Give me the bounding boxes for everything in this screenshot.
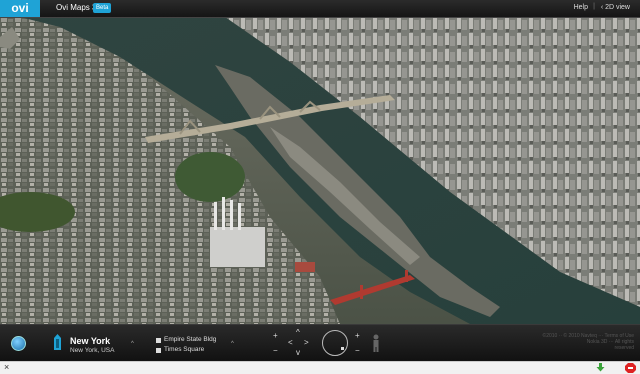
ovi-logo[interactable]: ovi	[0, 0, 40, 17]
map-3d-view[interactable]	[0, 17, 640, 324]
poi-expand-caret[interactable]: ^	[231, 341, 234, 347]
poi-empire-state[interactable]: Empire State Bldg	[164, 336, 216, 343]
location-city: New York	[70, 336, 111, 346]
adblock-icon[interactable]	[625, 363, 636, 373]
location-region: New York, USA	[70, 347, 115, 354]
help-link[interactable]: Help	[574, 4, 588, 11]
top-toolbar: ovi Ovi Maps 3D Beta Help | ‹ 2D view	[0, 0, 640, 18]
bottom-panel: New York New York, USA ^ Empire State Bl…	[0, 324, 640, 362]
pan-right-button[interactable]: >	[304, 339, 309, 347]
browser-status-bar: ×	[0, 361, 640, 374]
view-2d-link[interactable]: ‹ 2D view	[601, 4, 630, 11]
pan-left-button[interactable]: <	[288, 339, 293, 347]
pan-down-button[interactable]: v	[296, 349, 300, 357]
separator: |	[593, 3, 595, 10]
street-view-person-icon[interactable]	[372, 334, 380, 352]
tilt-down-button[interactable]: −	[355, 347, 360, 355]
landmark-icon	[156, 338, 161, 343]
copyright-line: reserved	[614, 345, 634, 351]
map-scene	[0, 17, 640, 324]
location-expand-caret[interactable]: ^	[131, 341, 134, 347]
close-icon[interactable]: ×	[4, 362, 9, 372]
landmark-icon	[156, 348, 161, 353]
pan-up-button[interactable]: ^	[296, 329, 300, 337]
beta-badge: Beta	[93, 3, 112, 13]
tilt-up-button[interactable]: +	[355, 332, 360, 340]
rotate-dial[interactable]	[322, 330, 348, 356]
poi-times-square[interactable]: Times Square	[164, 346, 204, 353]
dial-handle[interactable]	[341, 347, 344, 350]
location-pin-icon	[54, 334, 61, 350]
globe-icon[interactable]	[11, 336, 26, 351]
copyright-notice: ©2010 ·· © 2010 Navteq ··· Terms of Use …	[488, 333, 634, 351]
zoom-out-button[interactable]: −	[273, 347, 278, 355]
zoom-in-button[interactable]: +	[273, 332, 278, 340]
download-arrow-icon[interactable]	[596, 363, 605, 372]
